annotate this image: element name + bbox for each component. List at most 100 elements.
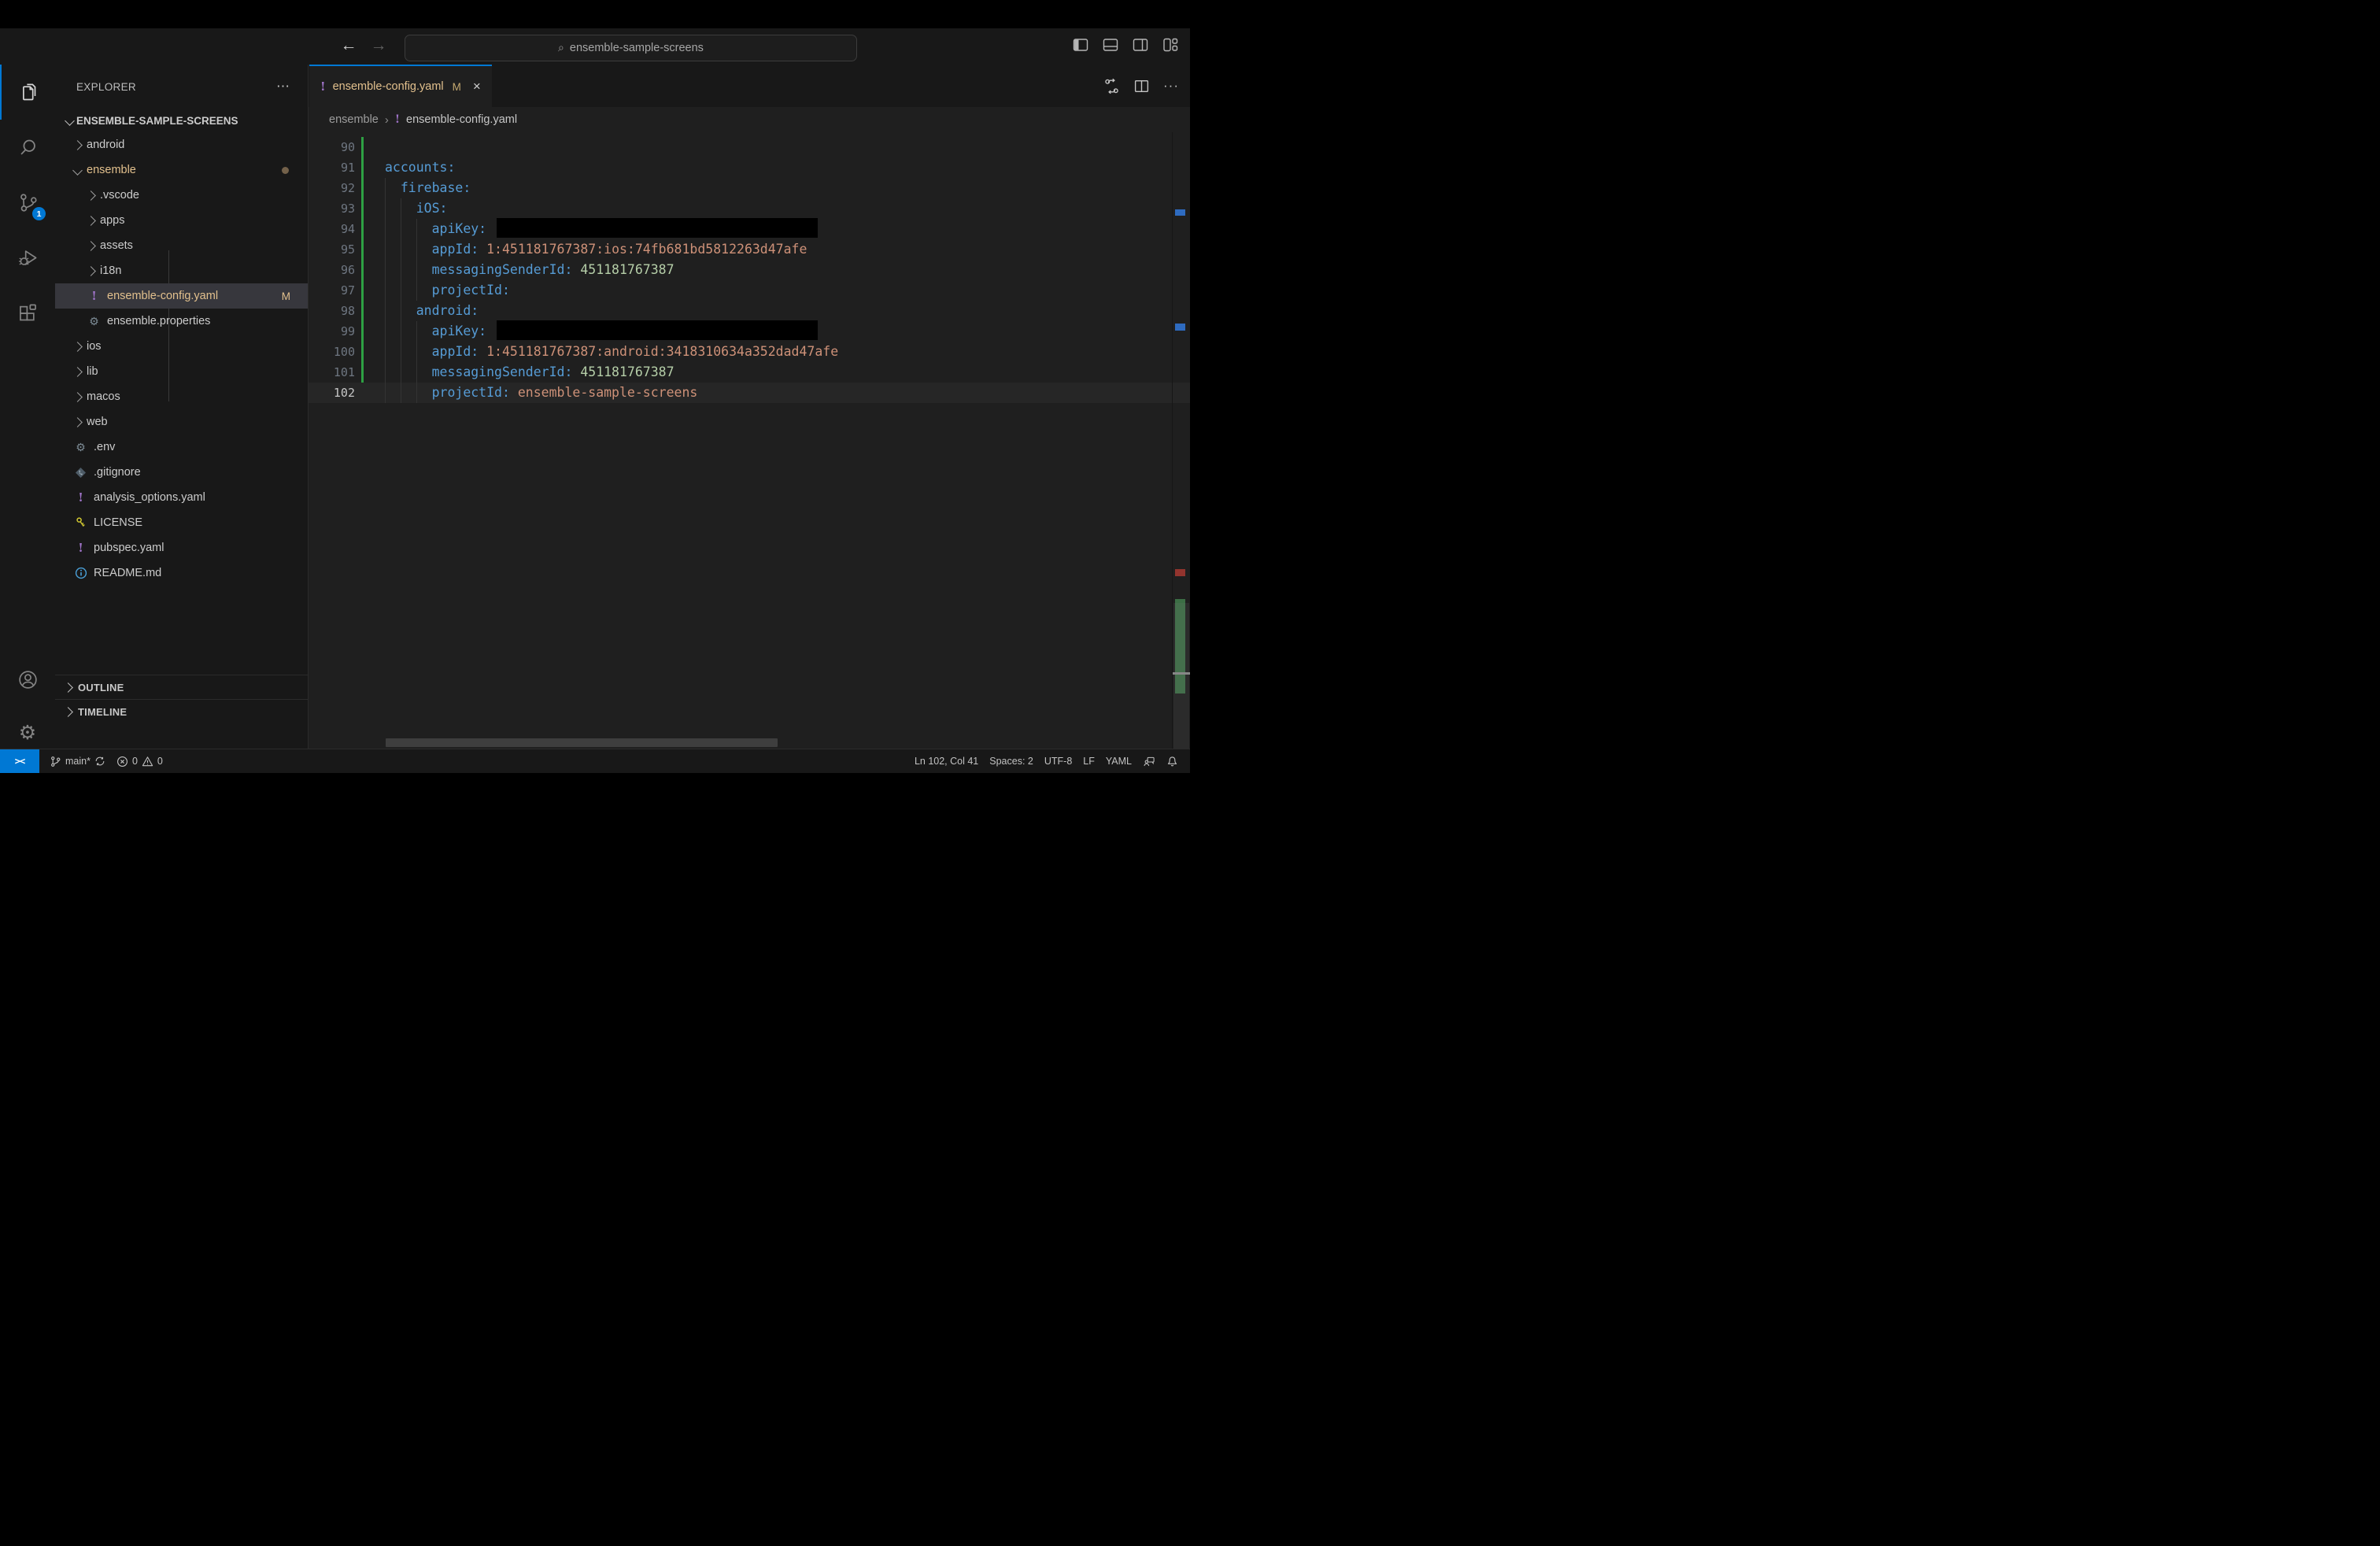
yaml-value: 451181767387 xyxy=(572,364,674,379)
tree-item-assets[interactable]: assets xyxy=(55,233,308,258)
notifications-item[interactable] xyxy=(1161,756,1184,767)
yaml-key: apiKey: xyxy=(431,221,487,236)
cursor-position-item[interactable]: Ln 102, Col 41 xyxy=(909,756,984,767)
tree-item-label: apps xyxy=(100,214,125,227)
tree-item-label: ensemble.properties xyxy=(107,315,211,327)
tree-item-license[interactable]: LICENSE xyxy=(55,510,308,535)
activity-extensions[interactable] xyxy=(0,285,55,340)
tree-item-label: assets xyxy=(100,239,133,252)
open-changes-icon[interactable] xyxy=(1103,78,1120,94)
language-mode-item[interactable]: YAML xyxy=(1100,756,1137,767)
extensions-icon xyxy=(19,304,36,320)
activity-explorer[interactable] xyxy=(0,65,55,120)
code-line-90[interactable]: 90 xyxy=(309,137,1190,157)
editor-actions: ··· xyxy=(1103,65,1179,107)
tree-item-label: .vscode xyxy=(100,189,139,202)
tab-close-icon[interactable]: × xyxy=(473,79,481,94)
folder-modified-dot xyxy=(282,166,289,174)
outline-section-header[interactable]: OUTLINE xyxy=(55,675,308,700)
tab-ensemble-config[interactable]: ! ensemble-config.yaml M × xyxy=(309,65,492,107)
yaml-value: ensemble-sample-screens xyxy=(509,385,698,400)
bell-icon xyxy=(1167,756,1177,766)
code-line-92[interactable]: 92 firebase: xyxy=(309,178,1190,198)
code-line-94[interactable]: 94 apiKey: xyxy=(309,218,1190,239)
active-indicator xyxy=(0,65,2,120)
tree-item-ensemble-properties[interactable]: ⚙ ensemble.properties xyxy=(55,309,308,334)
nav-back-button[interactable]: ← xyxy=(337,33,360,58)
toggle-secondary-sidebar-icon[interactable] xyxy=(1132,36,1149,54)
activity-source-control[interactable]: 1 xyxy=(0,175,55,230)
tree-item-ensemble[interactable]: ensemble xyxy=(55,157,308,183)
toggle-primary-sidebar-icon[interactable] xyxy=(1072,36,1089,54)
account-button[interactable] xyxy=(0,652,55,707)
code-area[interactable]: 90 91 accounts: 92 firebase: 93 iOS: 94 apiKey: 9… xyxy=(309,132,1190,773)
tree-item-analysis-options-yaml[interactable]: ! analysis_options.yaml xyxy=(55,485,308,510)
mark-blue-1 xyxy=(1175,209,1185,216)
yaml-key: messagingSenderId: xyxy=(431,262,573,277)
toggle-panel-icon[interactable] xyxy=(1102,36,1119,54)
indent-guide xyxy=(416,219,432,239)
timeline-section-header[interactable]: TIMELINE xyxy=(55,699,308,724)
tree-item--gitignore[interactable]: .gitignore xyxy=(55,460,308,485)
indent-guide xyxy=(385,198,401,219)
tree-item--env[interactable]: ⚙ .env xyxy=(55,435,308,460)
warning-icon xyxy=(142,756,153,766)
tree-item-web[interactable]: web xyxy=(55,409,308,435)
code-line-101[interactable]: 101 messagingSenderId: 451181767387 xyxy=(309,362,1190,383)
yaml-key: apiKey: xyxy=(431,324,487,338)
eol: LF xyxy=(1083,756,1095,767)
branch-status-item[interactable]: main* xyxy=(44,749,111,773)
code-line-97[interactable]: 97 projectId: xyxy=(309,280,1190,301)
tree-item-apps[interactable]: apps xyxy=(55,208,308,233)
command-center-search[interactable]: ⌕ ensemble-sample-screens xyxy=(405,35,857,61)
tree-item-android[interactable]: android xyxy=(55,132,308,157)
tree-item-label: ios xyxy=(87,340,102,353)
tree-item-pubspec-yaml[interactable]: ! pubspec.yaml xyxy=(55,535,308,560)
tree-item-i18n[interactable]: i18n xyxy=(55,258,308,283)
code-line-91[interactable]: 91 accounts: xyxy=(309,157,1190,178)
vertical-scrollbar[interactable] xyxy=(1173,603,1189,773)
indentation-item[interactable]: Spaces: 2 xyxy=(984,756,1039,767)
remote-indicator[interactable]: >< xyxy=(0,749,39,773)
yaml-key: android: xyxy=(416,303,479,318)
activity-search[interactable] xyxy=(0,120,55,175)
tab-bar: ! ensemble-config.yaml M × ··· xyxy=(309,65,1190,108)
tree-item-ensemble-config-yaml[interactable]: ! ensemble-config.yaml M xyxy=(55,283,308,309)
indent-guide xyxy=(416,362,432,383)
code-line-98[interactable]: 98 android: xyxy=(309,301,1190,321)
search-icon: ⌕ xyxy=(558,40,564,54)
tree-item-lib[interactable]: lib xyxy=(55,359,308,384)
workspace-root-row[interactable]: ENSEMBLE-SAMPLE-SCREENS xyxy=(55,109,308,132)
editor-more-actions-icon[interactable]: ··· xyxy=(1163,78,1179,94)
encoding-item[interactable]: UTF-8 xyxy=(1039,756,1077,767)
line-content: iOS: xyxy=(385,198,447,219)
activity-run-debug[interactable] xyxy=(0,230,55,285)
code-line-93[interactable]: 93 iOS: xyxy=(309,198,1190,219)
breadcrumb-file[interactable]: ensemble-config.yaml xyxy=(406,113,517,126)
code-line-95[interactable]: 95 appId: 1:451181767387:ios:74fb681bd581… xyxy=(309,239,1190,260)
line-content: messagingSenderId: 451181767387 xyxy=(385,362,674,383)
status-right-items: Ln 102, Col 41 Spaces: 2 UTF-8 LF YAML xyxy=(909,756,1184,767)
customize-layout-icon[interactable] xyxy=(1162,36,1179,54)
code-line-100[interactable]: 100 appId: 1:451181767387:android:3418310… xyxy=(309,342,1190,362)
yaml-key: messagingSenderId: xyxy=(431,364,573,379)
feedback-item[interactable] xyxy=(1137,756,1161,767)
tree-item-readme-md[interactable]: README.md xyxy=(55,560,308,586)
breadcrumb-folder[interactable]: ensemble xyxy=(329,113,379,126)
explorer-more-actions-button[interactable]: ⋯ xyxy=(276,79,290,94)
yaml-value: 451181767387 xyxy=(572,262,674,277)
code-line-102[interactable]: 102 projectId: ensemble-sample-screens xyxy=(309,383,1190,403)
tree-item-macos[interactable]: macos xyxy=(55,384,308,409)
problems-status-item[interactable]: 0 0 xyxy=(111,749,168,773)
code-line-99[interactable]: 99 apiKey: xyxy=(309,320,1190,342)
split-editor-icon[interactable] xyxy=(1133,78,1150,94)
tree-item--vscode[interactable]: .vscode xyxy=(55,183,308,208)
tree-item-label: .env xyxy=(94,441,116,453)
files-icon xyxy=(22,83,35,100)
horizontal-scrollbar[interactable] xyxy=(386,738,778,747)
code-line-96[interactable]: 96 messagingSenderId: 451181767387 xyxy=(309,260,1190,280)
chevron-down-icon xyxy=(72,165,83,176)
nav-forward-button[interactable]: → xyxy=(367,33,390,58)
tree-item-ios[interactable]: ios xyxy=(55,334,308,359)
eol-item[interactable]: LF xyxy=(1077,756,1100,767)
